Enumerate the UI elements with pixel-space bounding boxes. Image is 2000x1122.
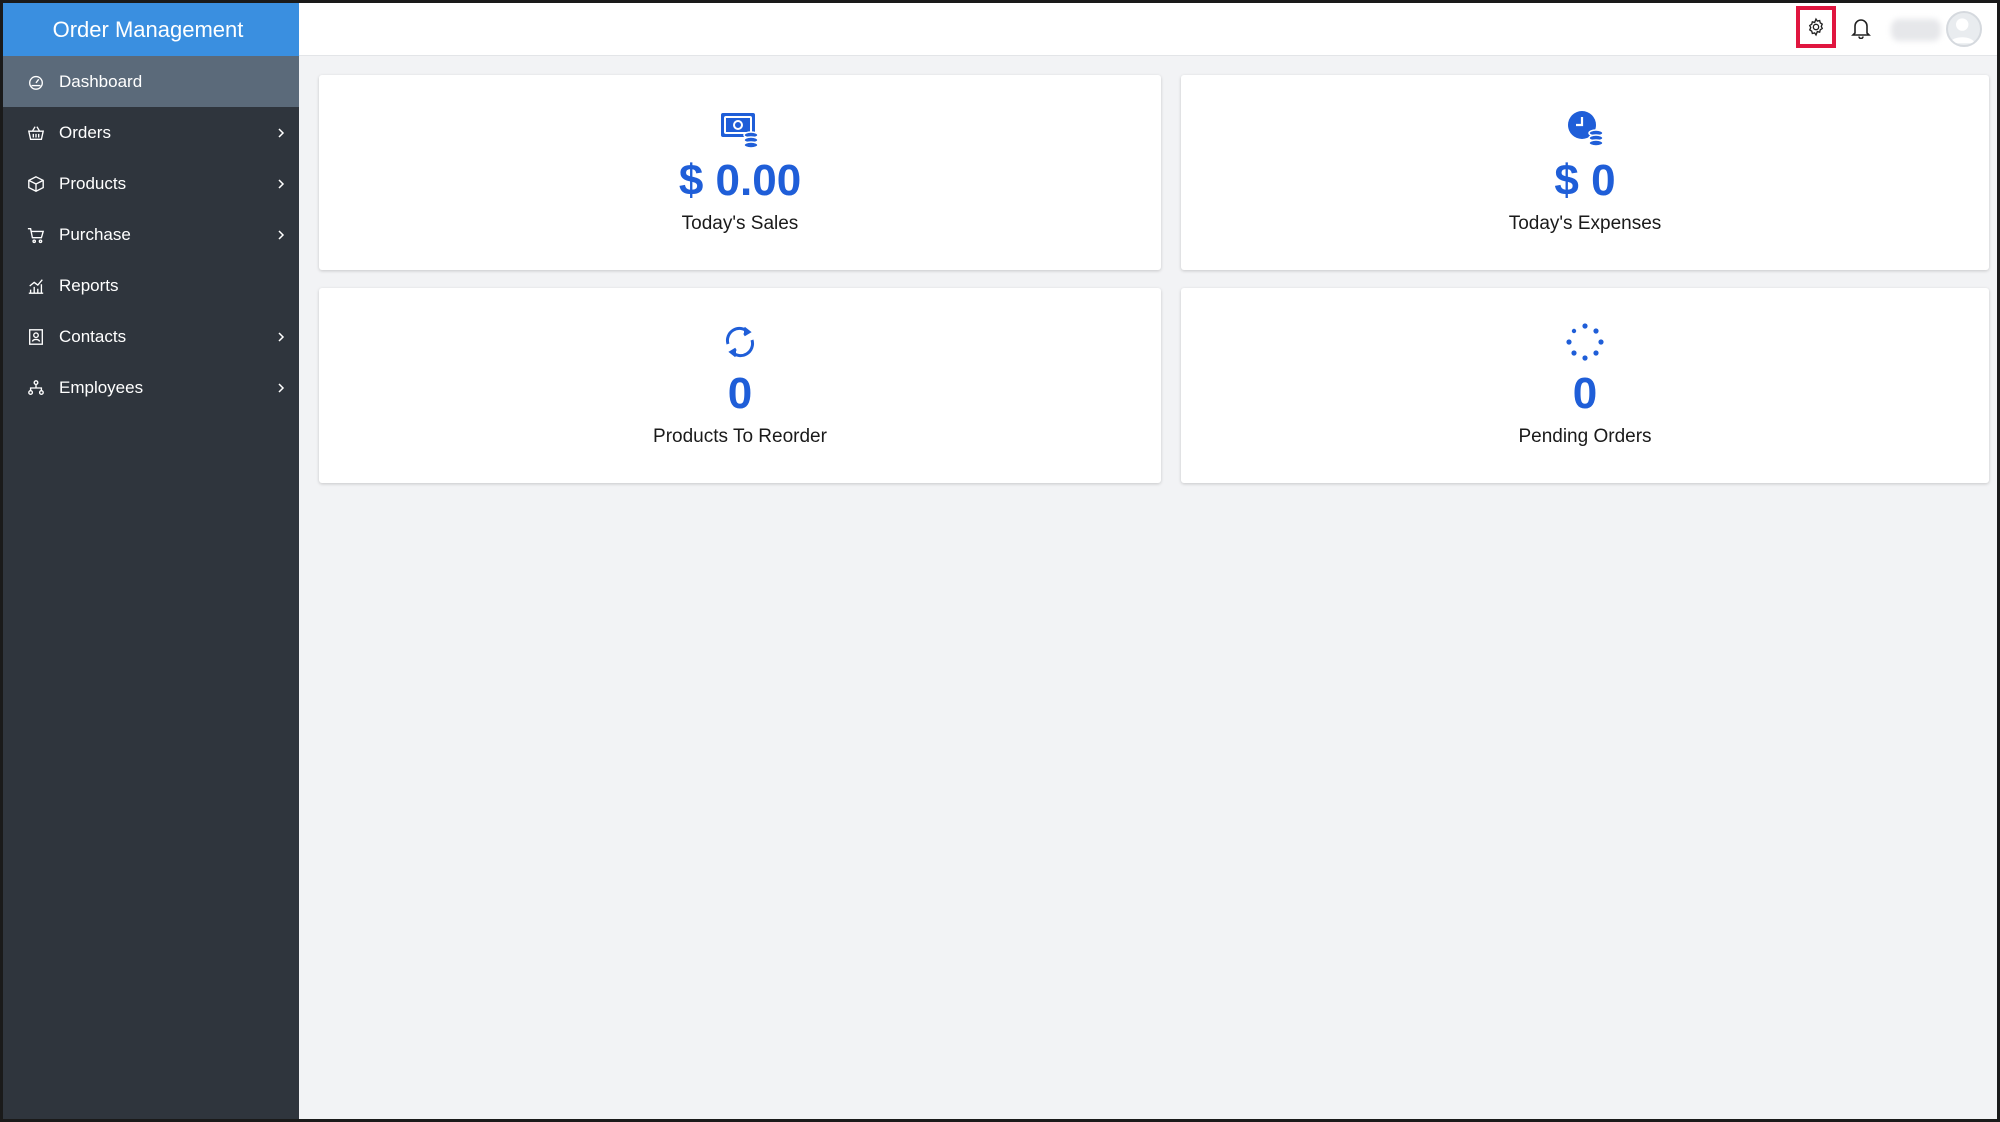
sidebar-item-contacts[interactable]: Contacts bbox=[3, 311, 299, 362]
sidebar-item-label: Products bbox=[59, 173, 127, 193]
sidebar-item-employees[interactable]: Employees bbox=[3, 362, 299, 413]
money-coins-icon bbox=[718, 107, 762, 151]
products-to-reorder-card: 0 Products To Reorder bbox=[319, 288, 1161, 483]
chevron-right-icon bbox=[278, 178, 285, 189]
sidebar-item-label: Contacts bbox=[59, 326, 127, 346]
pending-orders-card: 0 Pending Orders bbox=[1181, 288, 1989, 483]
sidebar-item-label: Employees bbox=[59, 377, 144, 397]
dashboard-icon bbox=[25, 71, 47, 93]
sidebar-item-label: Reports bbox=[59, 275, 119, 295]
sidebar-item-purchase[interactable]: Purchase bbox=[3, 209, 299, 260]
app-window: Order Management Dashboard Orders Produc bbox=[0, 0, 2000, 1122]
chart-icon bbox=[25, 275, 47, 297]
org-chart-icon bbox=[25, 377, 47, 399]
todays-sales-card: $ 0.00 Today's Sales bbox=[319, 75, 1161, 270]
sidebar-item-label: Dashboard bbox=[59, 71, 143, 91]
sidebar-item-reports[interactable]: Reports bbox=[3, 260, 299, 311]
sidebar-item-orders[interactable]: Orders bbox=[3, 107, 299, 158]
products-to-reorder-value: 0 bbox=[727, 369, 753, 418]
todays-sales-value: $ 0.00 bbox=[678, 156, 802, 205]
todays-sales-label: Today's Sales bbox=[681, 213, 799, 234]
sidebar-item-label: Orders bbox=[59, 122, 111, 142]
notifications-button[interactable] bbox=[1847, 13, 1875, 43]
clock-coins-icon bbox=[1563, 107, 1607, 151]
gear-icon bbox=[1808, 17, 1824, 37]
user-name[interactable] bbox=[1891, 19, 1941, 41]
sidebar-item-products[interactable]: Products bbox=[3, 158, 299, 209]
sidebar-item-label: Purchase bbox=[59, 224, 131, 244]
chevron-right-icon bbox=[278, 382, 285, 393]
avatar[interactable] bbox=[1946, 11, 1982, 47]
chevron-right-icon bbox=[278, 229, 285, 240]
todays-expenses-label: Today's Expenses bbox=[1508, 213, 1662, 234]
app-title[interactable]: Order Management bbox=[3, 3, 299, 56]
cart-icon bbox=[25, 224, 47, 246]
pending-orders-label: Pending Orders bbox=[1518, 426, 1652, 447]
chevron-right-icon bbox=[278, 127, 285, 138]
settings-button[interactable] bbox=[1796, 6, 1836, 48]
box-icon bbox=[25, 173, 47, 195]
basket-icon bbox=[25, 122, 47, 144]
products-to-reorder-label: Products To Reorder bbox=[653, 426, 827, 447]
sidebar-nav: Dashboard Orders Products Purchase Repor… bbox=[3, 56, 299, 413]
sidebar: Order Management Dashboard Orders Produc bbox=[3, 3, 299, 1119]
todays-expenses-card: $ 0 Today's Expenses bbox=[1181, 75, 1989, 270]
refresh-icon bbox=[718, 320, 762, 364]
contact-book-icon bbox=[25, 326, 47, 348]
user-silhouette-icon bbox=[1949, 18, 1975, 44]
todays-expenses-value: $ 0 bbox=[1554, 156, 1616, 205]
bell-icon bbox=[1851, 19, 1871, 39]
top-bar bbox=[299, 3, 1997, 56]
sidebar-item-dashboard[interactable]: Dashboard bbox=[3, 56, 299, 107]
chevron-right-icon bbox=[278, 331, 285, 342]
spinner-icon bbox=[1563, 320, 1607, 364]
pending-orders-value: 0 bbox=[1572, 369, 1598, 418]
